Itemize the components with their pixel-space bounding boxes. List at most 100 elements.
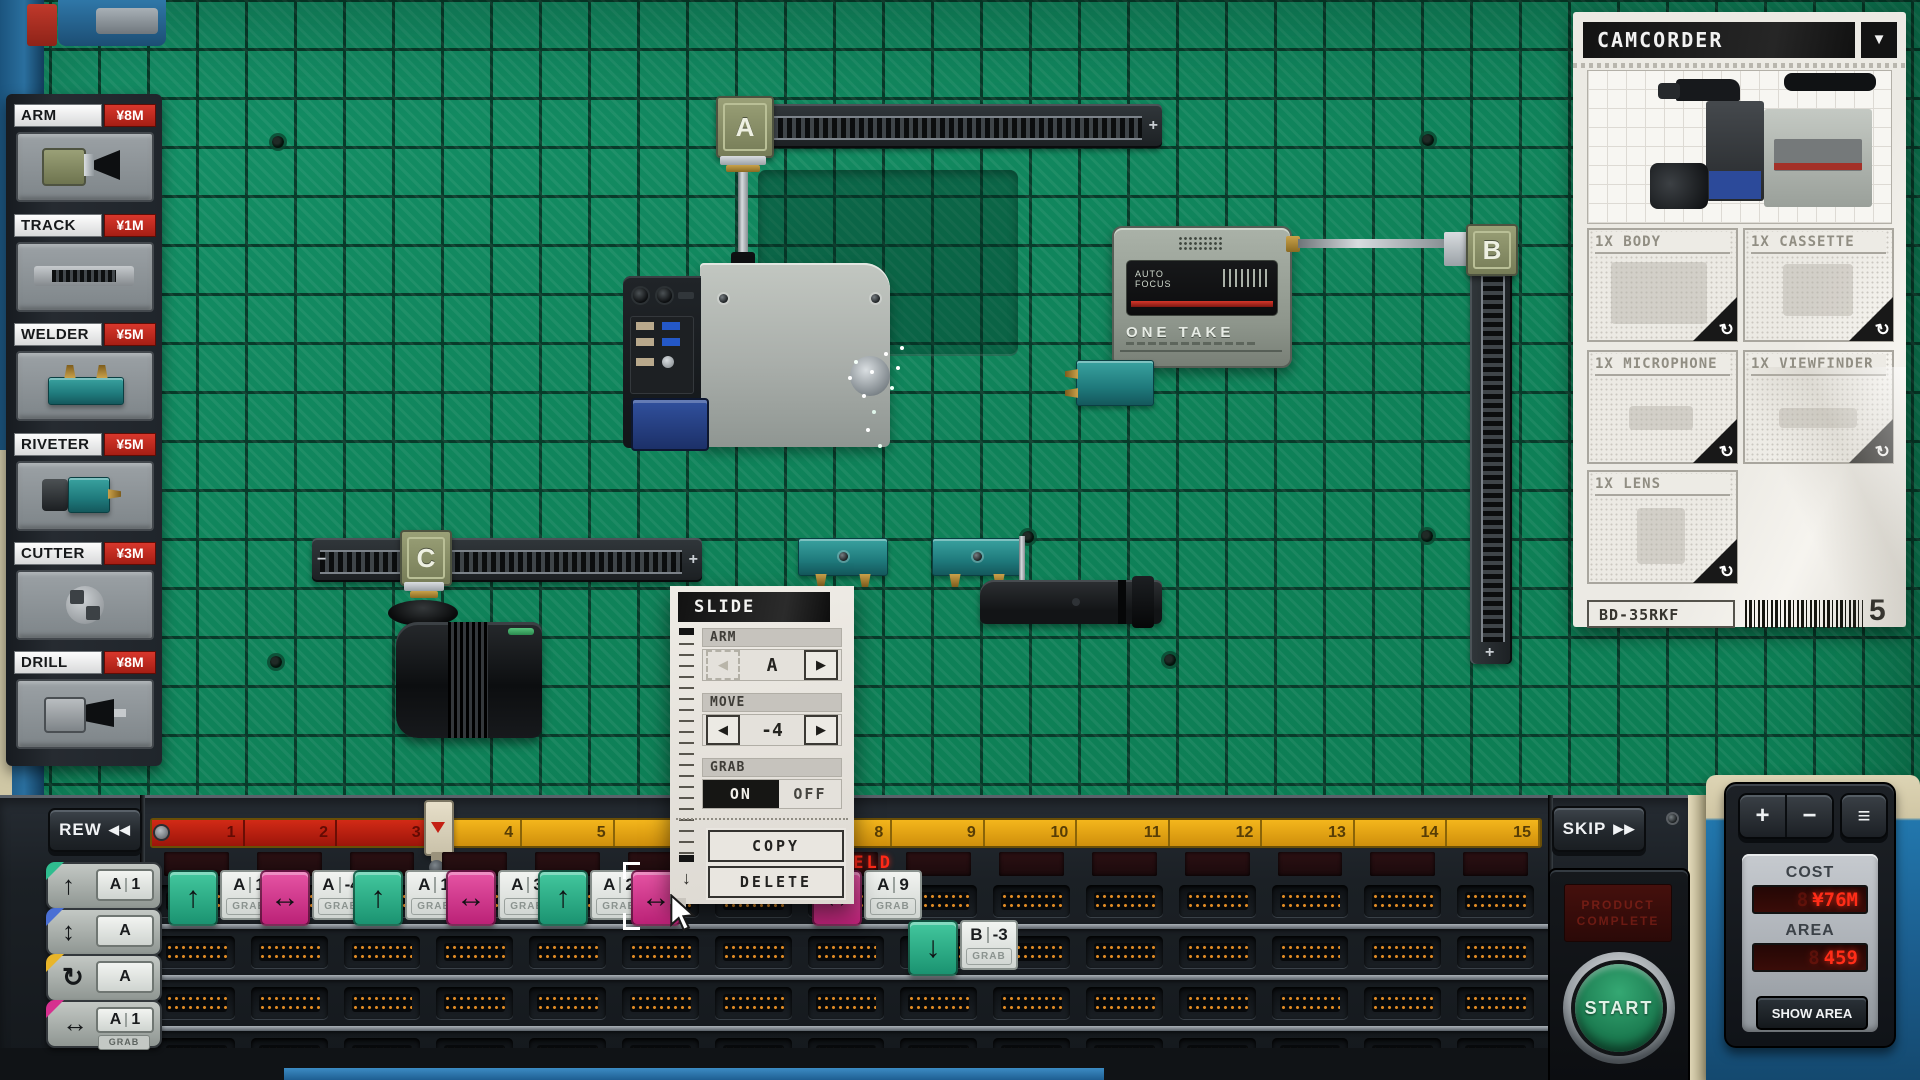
arm-b-letter: B: [1473, 231, 1511, 269]
shop-item-drill[interactable]: DRILL ¥8M: [14, 651, 156, 751]
rew-label: REW: [59, 820, 102, 840]
mic-dot: [1072, 598, 1080, 606]
welder-block[interactable]: [932, 538, 1022, 576]
part-cell-lens[interactable]: 1X LENS ↻: [1587, 470, 1738, 584]
perforation: [1573, 63, 1906, 68]
playhead-triangle-icon: [431, 822, 445, 833]
collapse-panel-button[interactable]: ▼: [1861, 22, 1897, 58]
part-cell-microphone[interactable]: 1X MICROPHONE ↻: [1587, 350, 1738, 464]
rewind-button[interactable]: REW ◀◀: [48, 808, 142, 852]
menu-button[interactable]: ≡: [1840, 793, 1888, 839]
part-cell-viewfinder[interactable]: 1X VIEWFINDER ↻: [1743, 350, 1894, 464]
arm-b-rod: [1298, 239, 1448, 248]
shop-item-riveter[interactable]: RIVETER ¥5M: [14, 433, 156, 533]
timeline-block[interactable]: ↓ B-3GRAB: [908, 920, 1018, 976]
track-machine-icon: [16, 242, 154, 312]
grab-off-option[interactable]: OFF: [779, 780, 841, 808]
up-arrow-icon: ↑: [186, 883, 201, 913]
beige-button: [636, 322, 654, 330]
up-arrow-icon: ↑: [62, 870, 75, 900]
down-arrow-icon: ↓: [926, 933, 941, 963]
arm-prev-button[interactable]: ◀: [706, 650, 740, 680]
mic-mount: [1132, 576, 1154, 628]
delete-button[interactable]: DELETE: [708, 866, 844, 898]
arm-c-badge[interactable]: C: [400, 530, 452, 586]
peg-hole: [1421, 530, 1433, 542]
playhead-marker[interactable]: [424, 800, 454, 856]
part-label: 1X LENS: [1595, 474, 1730, 496]
left-arrow-icon: ◀: [718, 722, 728, 738]
arm-a-badge[interactable]: A: [716, 96, 774, 158]
left-arrow-icon: ◀: [718, 657, 728, 673]
ruler-segment: 12: [1170, 820, 1263, 846]
copy-button[interactable]: COPY: [708, 830, 844, 862]
lens-part[interactable]: [396, 622, 542, 738]
selection-bracket: [623, 862, 640, 879]
machine-pillar: [1688, 795, 1706, 1080]
onetake-cassette-device[interactable]: AUTOFOCUS ONE TAKE: [1112, 226, 1292, 368]
camcorder-body-part[interactable]: [700, 263, 890, 447]
move-decrease-button[interactable]: ◀: [706, 715, 740, 745]
mic-ring: [1118, 580, 1126, 624]
knob: [657, 288, 672, 303]
welder-block-side[interactable]: [1076, 360, 1154, 406]
microphone-part[interactable]: [980, 580, 1162, 624]
start-button[interactable]: START: [1563, 952, 1675, 1064]
move-increase-button[interactable]: ▶: [804, 715, 838, 745]
shop-item-track[interactable]: TRACK ¥1M: [14, 214, 156, 314]
palette-block-elevate[interactable]: ↕ A: [46, 908, 162, 956]
menu-icon: ≡: [1858, 803, 1871, 829]
zoom-rocker[interactable]: + −: [1738, 793, 1834, 839]
palette-block-rotate[interactable]: ↻ A: [46, 954, 162, 1002]
zoom-in-button[interactable]: +: [1740, 795, 1787, 837]
shop-item-cutter[interactable]: CUTTER ¥3M: [14, 542, 156, 642]
screw: [155, 826, 168, 839]
product-code: BD-35RKF: [1587, 600, 1735, 628]
product-complete-display: PRODUCTCOMPLETE: [1564, 884, 1672, 942]
arm-b-badge[interactable]: B: [1466, 224, 1518, 276]
rail-end-plus: +: [1149, 118, 1158, 134]
socket-row-3[interactable]: [150, 982, 1542, 1024]
machine-red-cap: [27, 4, 57, 46]
start-unit: PRODUCTCOMPLETE START: [1548, 868, 1690, 1080]
screw: [719, 294, 728, 303]
socket-row-2[interactable]: [150, 931, 1542, 973]
popup-separator: [676, 818, 848, 820]
blue-button: [662, 338, 680, 346]
skip-button[interactable]: SKIP▶▶: [1552, 806, 1646, 852]
show-area-button[interactable]: SHOW AREA: [1756, 996, 1868, 1030]
ruler-segment: 11: [1077, 820, 1170, 846]
arm-b-motor: [1444, 232, 1468, 266]
area-display: 8459: [1752, 943, 1868, 972]
part-cell-body[interactable]: 1X BODY ↻: [1587, 228, 1738, 342]
chevron-down-icon: ▼: [1872, 31, 1887, 48]
shop-item-arm[interactable]: ARM ¥8M: [14, 104, 156, 204]
left-right-arrow-icon: ↔: [62, 1008, 88, 1038]
grab-on-option[interactable]: ON: [703, 780, 779, 808]
arm-value: A: [743, 655, 801, 676]
arm-machine-icon: [16, 132, 154, 202]
zoom-out-button[interactable]: −: [1787, 795, 1832, 837]
brand-subtext: [1126, 342, 1256, 345]
part-label: 1X MICROPHONE: [1595, 354, 1730, 376]
move-section: MOVE ◀ -4 ▶: [702, 693, 842, 746]
rewind-icon: ◀◀: [109, 822, 131, 838]
welder-block[interactable]: [798, 538, 888, 576]
palette-block-slide[interactable]: ↔ A1 GRAB: [46, 1000, 162, 1048]
slide-block-popup: SLIDE ARM ◀ A ▶ MOVE ◀ -4 ▶ GRAB ON OFF: [670, 586, 854, 904]
grab-section-label: GRAB: [702, 758, 842, 777]
shop-item-price: ¥8M: [104, 651, 156, 674]
palette-block-lift[interactable]: ↑ A1: [46, 862, 162, 910]
ruler-segment: 14: [1355, 820, 1448, 846]
shop-item-name: CUTTER: [14, 542, 102, 565]
part-cell-cassette[interactable]: 1X CASSETTE ↻: [1743, 228, 1894, 342]
arm-next-button[interactable]: ▶: [804, 650, 838, 680]
peg-hole: [272, 136, 284, 148]
right-arrow-icon: ▶: [816, 657, 826, 673]
drill-machine-icon: [16, 679, 154, 749]
peg-hole: [270, 656, 282, 668]
peg-hole: [1164, 654, 1176, 666]
shop-item-welder[interactable]: WELDER ¥5M: [14, 323, 156, 423]
ruler-segment: 9: [892, 820, 985, 846]
shop-item-price: ¥1M: [104, 214, 156, 237]
